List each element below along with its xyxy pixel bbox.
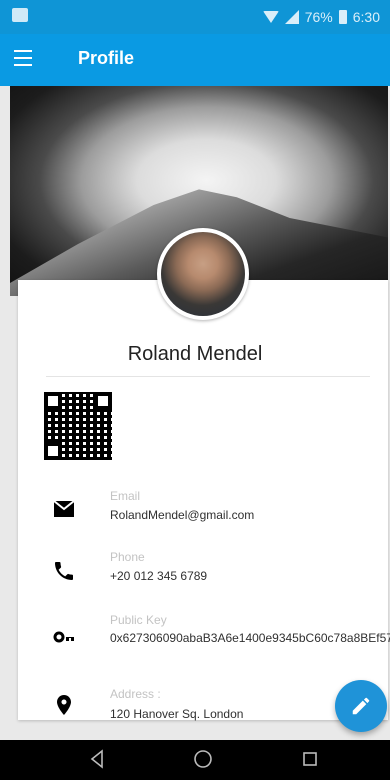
avatar-photo	[161, 232, 245, 316]
email-icon	[53, 500, 75, 517]
key-icon	[53, 631, 74, 643]
email-label: Email	[110, 489, 141, 503]
phone-value: +20 012 345 6789	[110, 569, 208, 583]
address-value: 120 Hanover Sq. London	[110, 707, 244, 721]
image-notification-icon	[12, 8, 28, 22]
profile-name: Roland Mendel	[127, 343, 263, 365]
status-icons: 76% 6:30	[262, 9, 380, 25]
phone-label: Phone	[110, 550, 145, 564]
battery-icon	[338, 10, 347, 24]
home-icon[interactable]	[192, 748, 214, 770]
avatar	[157, 228, 249, 320]
public-key-value: 0x627306090abaB3A6e1400e9345bC60c78a8BEf…	[110, 631, 390, 645]
battery-percent: 76%	[304, 9, 333, 25]
back-icon[interactable]	[88, 748, 106, 770]
phone-icon	[55, 562, 73, 580]
edit-button[interactable]	[335, 680, 387, 732]
wifi-icon	[262, 11, 279, 23]
app-bar: Profile	[0, 34, 390, 86]
system-nav-bar	[0, 740, 390, 780]
page-title: Profile	[78, 48, 135, 68]
pencil-icon	[352, 697, 370, 715]
status-time: 6:30	[352, 9, 380, 25]
public-key-label: Public Key	[110, 613, 167, 627]
status-bar: 76% 6:30	[0, 0, 390, 34]
email-value: RolandMendel@gmail.com	[110, 508, 255, 522]
menu-icon[interactable]	[14, 50, 32, 66]
recents-icon[interactable]	[301, 748, 319, 770]
location-icon	[57, 695, 71, 715]
signal-icon	[284, 10, 299, 24]
address-label: Address :	[110, 687, 161, 701]
divider	[46, 376, 370, 377]
qr-code-icon	[44, 392, 112, 460]
